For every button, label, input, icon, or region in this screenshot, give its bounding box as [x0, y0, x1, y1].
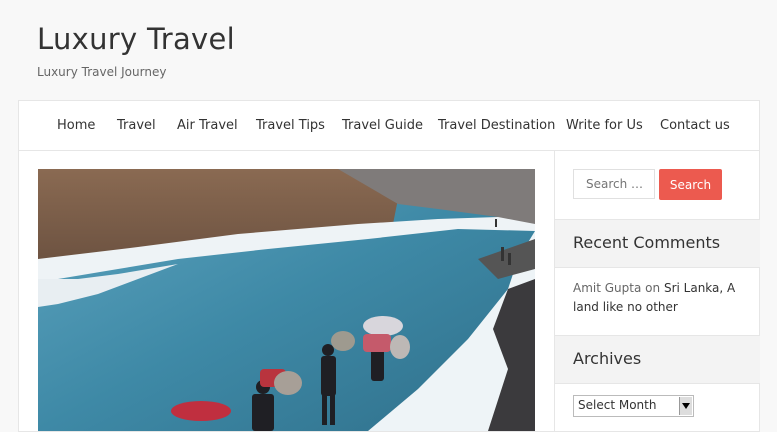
comment-connector: on	[645, 281, 661, 295]
search-button[interactable]: Search	[659, 169, 722, 200]
recent-comment-item: Amit Gupta on Sri Lanka, A land like no …	[573, 279, 748, 317]
nav-item-write-for-us[interactable]: Write for Us	[566, 118, 643, 133]
archives-header: Archives	[555, 335, 760, 384]
nav-item-air-travel[interactable]: Air Travel	[177, 118, 238, 133]
recent-comments-title: Recent Comments	[573, 233, 721, 252]
recent-comments-header: Recent Comments	[555, 219, 760, 268]
archives-dropdown[interactable]: Select Month	[573, 395, 694, 417]
archives-selected-value: Select Month	[578, 398, 657, 412]
site-title[interactable]: Luxury Travel	[37, 22, 235, 56]
main-navigation: Home Travel Air Travel Travel Tips Trave…	[19, 101, 759, 151]
nav-item-contact-us[interactable]: Contact us	[660, 118, 730, 133]
nav-item-home[interactable]: Home	[57, 118, 95, 133]
nav-item-travel-guide[interactable]: Travel Guide	[342, 118, 423, 133]
comment-author-link[interactable]: Amit Gupta	[573, 281, 641, 295]
main-container: Home Travel Air Travel Travel Tips Trave…	[18, 100, 760, 432]
archives-title: Archives	[573, 349, 642, 368]
sidebar: Search Recent Comments Amit Gupta on Sri…	[554, 151, 760, 431]
featured-image[interactable]	[38, 169, 535, 431]
search-input[interactable]	[573, 169, 655, 199]
nav-item-travel-tips[interactable]: Travel Tips	[256, 118, 325, 133]
nav-item-travel[interactable]: Travel	[117, 118, 156, 133]
dropdown-arrow-icon	[679, 397, 692, 415]
site-description: Luxury Travel Journey	[37, 65, 167, 79]
nav-item-travel-destination[interactable]: Travel Destination	[438, 118, 555, 133]
